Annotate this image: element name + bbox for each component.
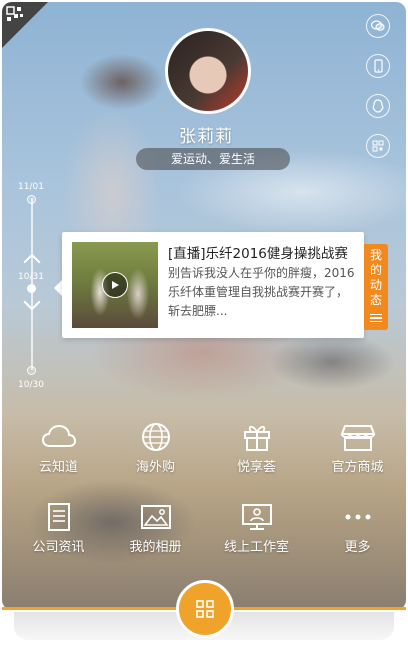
- my-feed-tab[interactable]: 我的动态: [364, 244, 388, 330]
- phone-icon[interactable]: [366, 54, 390, 78]
- timeline-date-top: 11/01: [18, 182, 44, 192]
- play-icon: [112, 281, 119, 289]
- user-name: 张莉莉: [179, 127, 233, 147]
- menu-item-overseas[interactable]: 海外购: [105, 422, 206, 475]
- card-pointer: [54, 280, 62, 296]
- menu-item-news[interactable]: 公司资讯: [8, 502, 109, 555]
- wechat-icon[interactable]: [366, 14, 390, 38]
- menu-label: 线上工作室: [223, 540, 289, 555]
- my-feed-label: 我的动态: [369, 248, 382, 307]
- timeline-node-bottom[interactable]: [27, 366, 36, 375]
- menu-label: 云知道: [38, 460, 78, 475]
- menu-label: 海外购: [135, 460, 175, 475]
- studio-icon: [241, 504, 272, 530]
- grid-menu-icon: [196, 600, 214, 618]
- play-button[interactable]: [102, 272, 128, 298]
- menu-label: 公司资讯: [32, 540, 85, 555]
- timeline-date-bottom: 10/30: [18, 380, 44, 390]
- feed-card[interactable]: [直播]乐纤2016健身操挑战赛 别告诉我没人在乎你的胖瘦，2016乐纤体重管理…: [62, 232, 364, 338]
- chevron-up-icon[interactable]: [23, 253, 41, 271]
- menu-label: 官方商城: [331, 460, 384, 475]
- gift-icon: [243, 425, 270, 451]
- menu-item-more[interactable]: 更多: [307, 502, 406, 555]
- photo-album-icon: [140, 505, 171, 529]
- video-thumbnail[interactable]: [72, 242, 158, 328]
- menu-item-gift[interactable]: 悦享荟: [206, 422, 307, 475]
- menu-item-studio[interactable]: 线上工作室: [206, 502, 307, 555]
- document-icon: [47, 503, 70, 531]
- menu-item-album[interactable]: 我的相册: [105, 502, 206, 555]
- qq-icon[interactable]: [366, 94, 390, 118]
- more-icon: [345, 514, 370, 520]
- phone-frame: 张莉莉 爱运动、爱生活 11/01 10/31 10/30 [直播]乐纤2016…: [0, 0, 408, 620]
- chevron-down-icon[interactable]: [23, 293, 41, 311]
- timeline-date-current: 10/31: [18, 272, 44, 282]
- contact-icons: [366, 14, 392, 174]
- cloud-icon: [41, 424, 76, 447]
- list-icon: [370, 313, 382, 325]
- user-tagline: 爱运动、爱生活: [136, 148, 290, 170]
- menu-label: 更多: [344, 540, 371, 555]
- menu-label: 悦享荟: [236, 460, 276, 475]
- profile-screen: 张莉莉 爱运动、爱生活 11/01 10/31 10/30 [直播]乐纤2016…: [2, 2, 406, 610]
- timeline-node-current[interactable]: [27, 284, 36, 293]
- feed-description: 别告诉我没人在乎你的胖瘦，2016乐纤体重管理自我挑战赛开赛了，斩去肥膘...: [168, 266, 355, 318]
- menu-item-cloud[interactable]: 云知道: [8, 422, 109, 475]
- home-menu-button[interactable]: [176, 580, 234, 638]
- menu-item-store[interactable]: 官方商城: [307, 422, 406, 475]
- menu-label: 我的相册: [129, 540, 182, 555]
- globe-icon: [141, 423, 170, 451]
- store-icon: [340, 425, 375, 451]
- qrcode-corner-icon: [6, 6, 23, 21]
- feed-title[interactable]: [直播]乐纤2016健身操挑战赛: [168, 242, 360, 262]
- avatar[interactable]: [165, 28, 251, 114]
